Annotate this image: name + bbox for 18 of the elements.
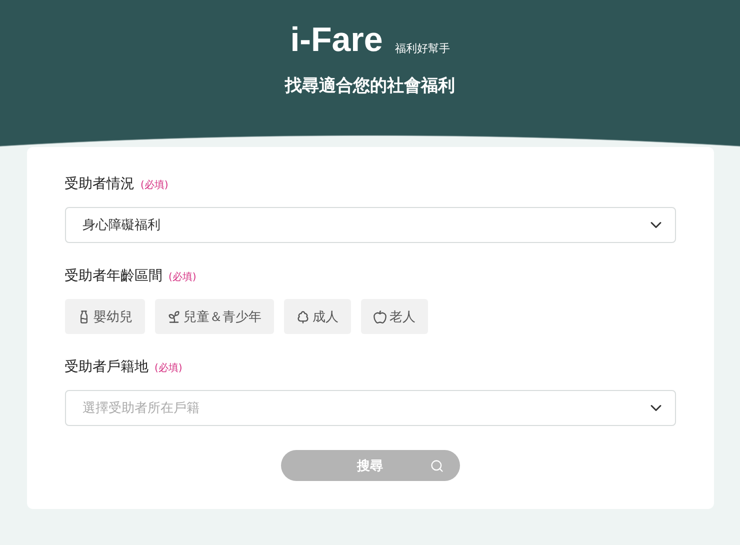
field-label: 受助者年齡區間	[64, 267, 162, 285]
tree-icon	[296, 310, 310, 324]
field-label: 受助者情況	[64, 175, 134, 193]
required-note: (必填)	[168, 270, 196, 284]
age-option[interactable]: 成人	[284, 299, 350, 334]
age-option[interactable]: 老人	[360, 299, 428, 334]
age-option[interactable]: 嬰幼兒	[64, 299, 144, 334]
apple-icon	[372, 310, 386, 324]
sprout-icon	[166, 310, 180, 324]
page-title: 找尋適合您的社會福利	[285, 75, 455, 97]
search-icon	[430, 458, 444, 472]
logo: i-Fare	[290, 20, 383, 61]
select-field[interactable]: 身心障礙福利	[64, 207, 676, 243]
tagline: 福利好幫手	[394, 41, 450, 56]
field-label: 受助者戶籍地	[64, 358, 148, 376]
required-note: (必填)	[140, 178, 168, 192]
required-note: (必填)	[154, 362, 182, 375]
age-option[interactable]: 兒童＆青少年	[154, 299, 274, 334]
